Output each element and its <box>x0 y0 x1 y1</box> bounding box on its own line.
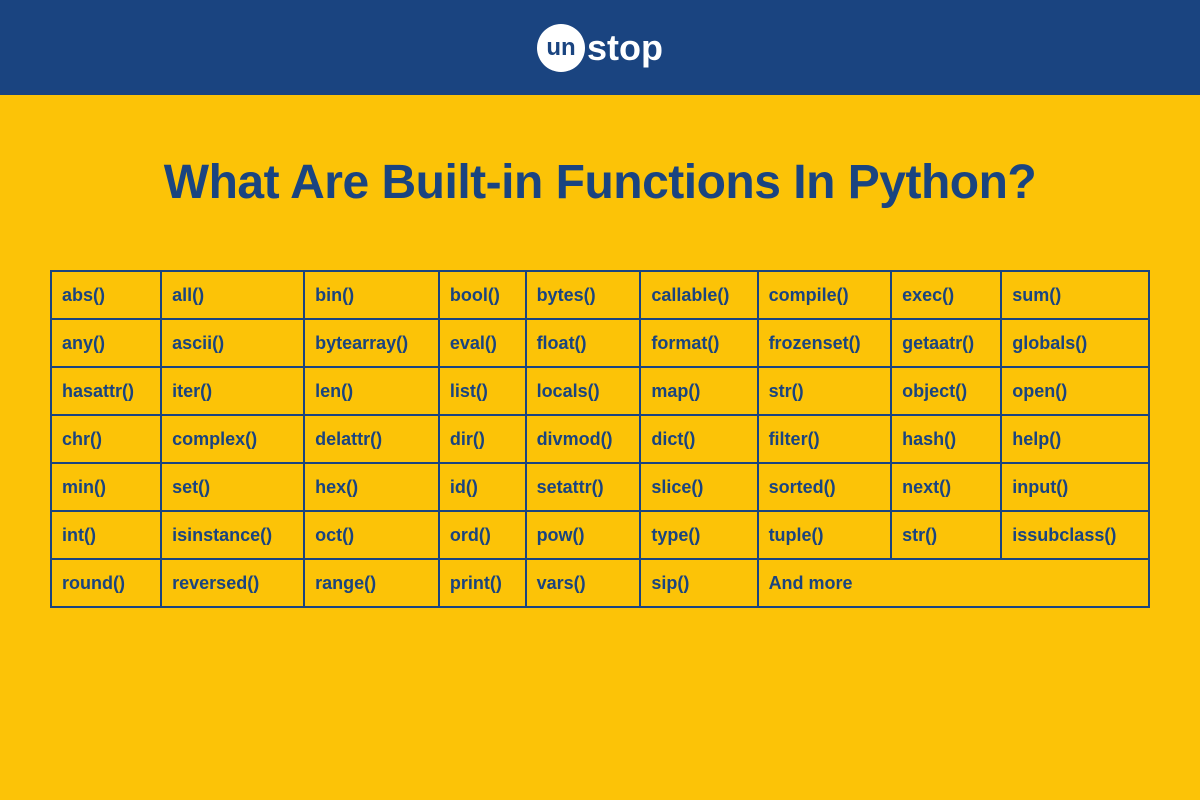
table-cell: slice() <box>640 463 757 511</box>
table-cell: dir() <box>439 415 526 463</box>
table-cell: bool() <box>439 271 526 319</box>
table-row: abs()all()bin()bool()bytes()callable()co… <box>51 271 1149 319</box>
table-cell: input() <box>1001 463 1149 511</box>
content: What Are Built-in Functions In Python? a… <box>0 95 1200 638</box>
more-cell: And more <box>758 559 1149 607</box>
table-cell: eval() <box>439 319 526 367</box>
table-cell: exec() <box>891 271 1001 319</box>
table-row: chr()complex()delattr()dir()divmod()dict… <box>51 415 1149 463</box>
logo: un stop <box>537 24 663 72</box>
table-cell: list() <box>439 367 526 415</box>
table-cell: callable() <box>640 271 757 319</box>
table-cell: print() <box>439 559 526 607</box>
table-row: any()ascii()bytearray()eval()float()form… <box>51 319 1149 367</box>
table-cell: object() <box>891 367 1001 415</box>
table-cell: sip() <box>640 559 757 607</box>
table-cell: sorted() <box>758 463 892 511</box>
table-cell: delattr() <box>304 415 439 463</box>
table-cell: isinstance() <box>161 511 304 559</box>
table-cell: issubclass() <box>1001 511 1149 559</box>
table-cell: reversed() <box>161 559 304 607</box>
table-cell: len() <box>304 367 439 415</box>
table-cell: str() <box>758 367 892 415</box>
table-cell: min() <box>51 463 161 511</box>
table-cell: pow() <box>526 511 641 559</box>
table-cell: dict() <box>640 415 757 463</box>
logo-text: stop <box>587 27 663 69</box>
table-cell: setattr() <box>526 463 641 511</box>
logo-circle: un <box>537 24 585 72</box>
table-cell: iter() <box>161 367 304 415</box>
table-cell: divmod() <box>526 415 641 463</box>
table-cell: filter() <box>758 415 892 463</box>
table-cell: vars() <box>526 559 641 607</box>
table-cell: complex() <box>161 415 304 463</box>
table-cell: ord() <box>439 511 526 559</box>
table-cell: set() <box>161 463 304 511</box>
table-cell: compile() <box>758 271 892 319</box>
table-cell: next() <box>891 463 1001 511</box>
table-cell: str() <box>891 511 1001 559</box>
table-cell: bytes() <box>526 271 641 319</box>
table-cell: float() <box>526 319 641 367</box>
table-row: min()set()hex()id()setattr()slice()sorte… <box>51 463 1149 511</box>
table-cell: getaatr() <box>891 319 1001 367</box>
table-cell: any() <box>51 319 161 367</box>
table-cell: chr() <box>51 415 161 463</box>
table-cell: sum() <box>1001 271 1149 319</box>
table-cell: hash() <box>891 415 1001 463</box>
table-cell: int() <box>51 511 161 559</box>
table-cell: help() <box>1001 415 1149 463</box>
table-cell: tuple() <box>758 511 892 559</box>
table-cell: range() <box>304 559 439 607</box>
table-cell: globals() <box>1001 319 1149 367</box>
table-cell: frozenset() <box>758 319 892 367</box>
table-cell: bytearray() <box>304 319 439 367</box>
table-cell: hex() <box>304 463 439 511</box>
table-row: hasattr()iter()len()list()locals()map()s… <box>51 367 1149 415</box>
table-cell: all() <box>161 271 304 319</box>
table-row: int()isinstance()oct()ord()pow()type()tu… <box>51 511 1149 559</box>
table-cell: hasattr() <box>51 367 161 415</box>
functions-table: abs()all()bin()bool()bytes()callable()co… <box>50 270 1150 608</box>
table-cell: id() <box>439 463 526 511</box>
table-cell: map() <box>640 367 757 415</box>
table-cell: abs() <box>51 271 161 319</box>
table-cell: locals() <box>526 367 641 415</box>
table-cell: type() <box>640 511 757 559</box>
table-cell: ascii() <box>161 319 304 367</box>
table-row: round()reversed()range()print()vars()sip… <box>51 559 1149 607</box>
table-cell: bin() <box>304 271 439 319</box>
table-cell: oct() <box>304 511 439 559</box>
page-title: What Are Built-in Functions In Python? <box>50 155 1150 210</box>
header: un stop <box>0 0 1200 95</box>
table-cell: open() <box>1001 367 1149 415</box>
table-cell: round() <box>51 559 161 607</box>
table-cell: format() <box>640 319 757 367</box>
